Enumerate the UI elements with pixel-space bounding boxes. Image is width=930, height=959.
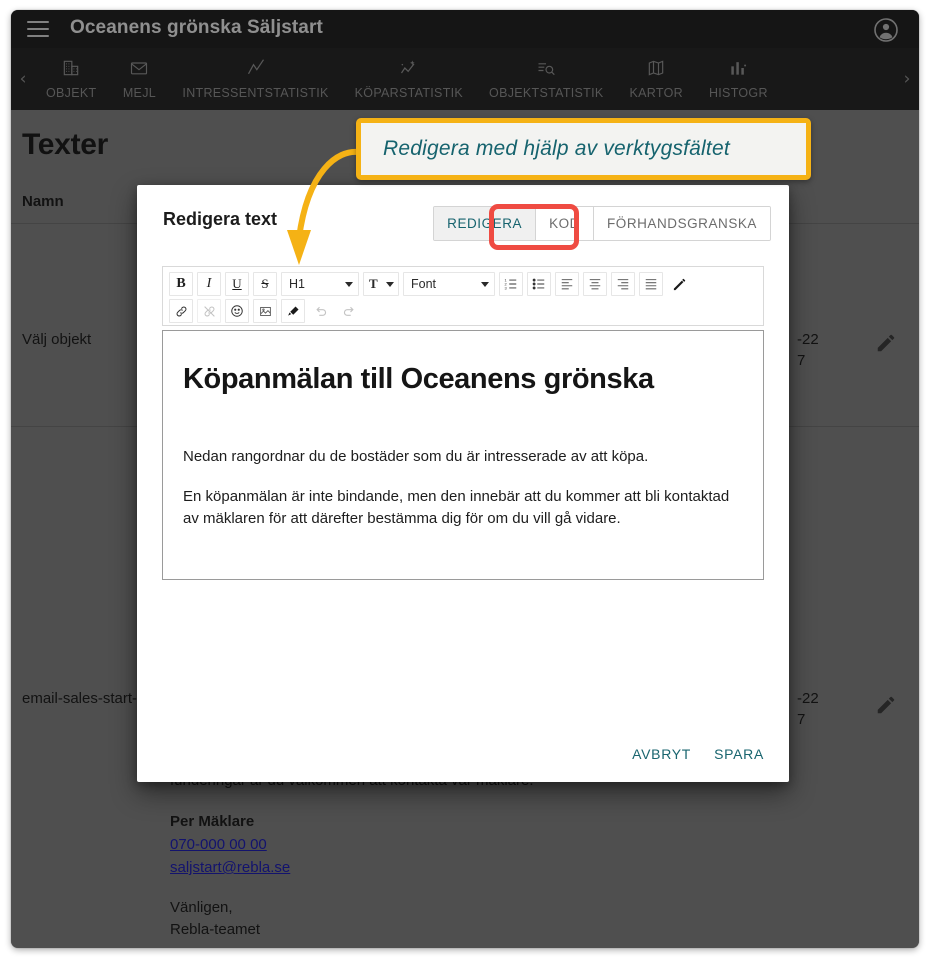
toolbar-row-1: B I U S H1 T Font 123 (169, 272, 757, 296)
tab-label: KARTOR (629, 86, 683, 100)
tab-label: KÖPARSTATISTIK (354, 86, 464, 100)
editor-paragraph-2: En köpanmälan är inte bindande, men den … (183, 488, 730, 527)
redo-icon (337, 299, 361, 323)
tab-histogr[interactable]: HISTOGR (696, 48, 781, 100)
heading-select-value: H1 (289, 277, 305, 291)
closing-line-1: Vänligen, (170, 899, 233, 916)
module-tabstrip: ‹ › OBJEKT MEJL INTRESSENTSTATISTIK KÖPA… (11, 48, 919, 110)
table-row-date: -22 7 (797, 690, 819, 728)
ordered-list-icon[interactable]: 123 (499, 272, 523, 296)
dialog-actions: AVBRYT SPARA (629, 740, 767, 768)
tab-objektstatistik[interactable]: OBJEKTSTATISTIK (476, 48, 616, 100)
broker-phone-link[interactable]: 070-000 00 00 (170, 834, 267, 856)
chevron-down-icon (386, 281, 394, 287)
dialog-title: Redigera text (163, 209, 278, 229)
hamburger-icon[interactable] (27, 21, 49, 37)
edit-text-dialog: Redigera text REDIGERA KOD FÖRHANDSGRANS… (137, 185, 789, 782)
save-button[interactable]: SPARA (711, 740, 767, 768)
tab-label: OBJEKT (46, 86, 97, 100)
clear-format-icon[interactable] (281, 299, 305, 323)
map-icon (644, 57, 668, 79)
undo-icon (309, 299, 333, 323)
pencil-icon[interactable] (875, 332, 897, 354)
heading-select[interactable]: H1 (281, 272, 359, 296)
emoji-icon[interactable] (225, 299, 249, 323)
pen-icon[interactable] (667, 272, 691, 296)
list-search-icon (534, 57, 558, 79)
table-row-name: Välj objekt (22, 331, 92, 348)
tab-objekt[interactable]: OBJEKT (33, 48, 109, 100)
broker-name: Per Mäklare (170, 813, 255, 830)
insert-link-icon[interactable] (169, 299, 193, 323)
building-icon (59, 57, 83, 79)
strikethrough-icon[interactable]: S (253, 272, 277, 296)
font-select[interactable]: Font (403, 272, 495, 296)
tab-label: HISTOGR (708, 86, 768, 100)
chevron-right-icon[interactable]: › (898, 70, 916, 88)
text-color-icon[interactable]: T (363, 272, 399, 296)
tab-label: INTRESSENTSTATISTIK (182, 86, 329, 100)
font-select-value: Font (411, 277, 437, 291)
svg-text:3: 3 (504, 285, 507, 290)
align-right-icon[interactable] (611, 272, 635, 296)
tab-label: MEJL (122, 86, 156, 100)
align-center-icon[interactable] (583, 272, 607, 296)
table-row-date: -22 7 (797, 331, 819, 369)
tab-kartor[interactable]: KARTOR (617, 48, 696, 100)
envelope-icon (127, 57, 151, 79)
callout-text: Redigera med hjälp av verktygsfältet (383, 137, 730, 160)
closing-line-2: Rebla-teamet (170, 921, 261, 938)
align-justify-icon[interactable] (639, 272, 663, 296)
unordered-list-icon[interactable] (527, 272, 551, 296)
sparkline-star-icon (397, 57, 421, 79)
editor-paragraph-1: Nedan rangordnar du de bostäder som du ä… (183, 448, 649, 465)
toolbar-row-2 (169, 299, 757, 323)
column-header-namn: Namn (22, 193, 64, 210)
bold-icon[interactable]: B (169, 272, 193, 296)
editor-heading: Köpanmälan till Oceanens grönska (183, 363, 654, 395)
chevron-left-icon[interactable]: ‹ (14, 70, 32, 88)
bar-chart-icon (726, 57, 750, 79)
page-heading: Texter (22, 128, 109, 161)
account-circle-icon[interactable] (874, 18, 898, 42)
line-chart-icon (244, 57, 268, 79)
underline-icon[interactable]: U (225, 272, 249, 296)
insert-image-icon[interactable] (253, 299, 277, 323)
tab-koparstatistik[interactable]: KÖPARSTATISTIK (342, 48, 476, 100)
tab-intressentstatistik[interactable]: INTRESSENTSTATISTIK (169, 48, 341, 100)
dialog-mode-tabs: REDIGERA KOD FÖRHANDSGRANSKA (433, 206, 771, 241)
italic-icon[interactable]: I (197, 272, 221, 296)
app-bar: Oceanens grönska Säljstart (11, 10, 919, 48)
tab-label: OBJEKTSTATISTIK (489, 86, 604, 100)
remove-link-icon (197, 299, 221, 323)
tab-kod[interactable]: KOD (536, 207, 594, 240)
text-color-glyph: T (369, 276, 378, 291)
chevron-down-icon (345, 281, 353, 287)
annotation-callout: Redigera med hjälp av verktygsfältet (356, 118, 811, 180)
editor-toolbar: B I U S H1 T Font 123 (162, 266, 764, 326)
pencil-icon[interactable] (875, 694, 897, 716)
rich-text-editor[interactable]: Köpanmälan till Oceanens grönska Nedan r… (162, 330, 764, 580)
tab-mejl[interactable]: MEJL (109, 48, 169, 100)
app-window: Oceanens grönska Säljstart ‹ › OBJEKT ME… (11, 10, 919, 948)
align-left-icon[interactable] (555, 272, 579, 296)
broker-email-link[interactable]: saljstart@rebla.se (170, 857, 290, 879)
tab-forhandsgranska[interactable]: FÖRHANDSGRANSKA (593, 207, 770, 240)
page-title: Oceanens grönska Säljstart (70, 17, 323, 38)
chevron-down-icon (481, 281, 489, 287)
tab-redigera[interactable]: REDIGERA (434, 207, 537, 240)
cancel-button[interactable]: AVBRYT (629, 740, 694, 768)
